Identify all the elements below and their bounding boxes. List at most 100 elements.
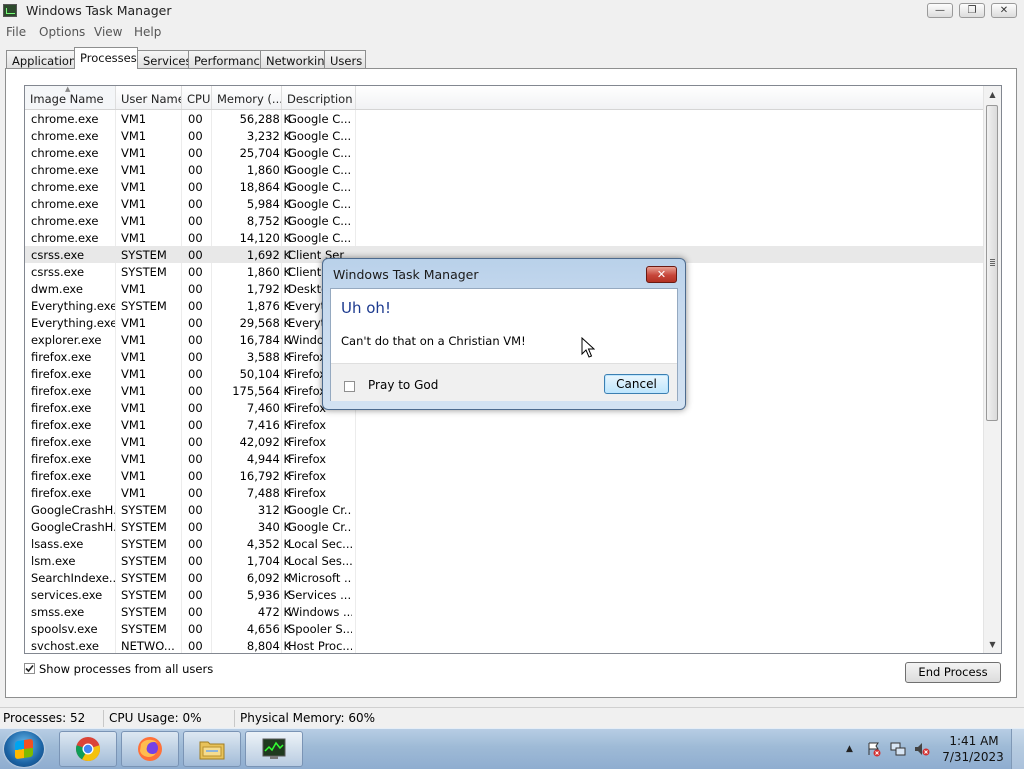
taskbar-firefox[interactable] — [121, 731, 179, 767]
table-row[interactable]: chrome.exe VM1 00 14,120 K Google C... — [25, 229, 985, 246]
table-row[interactable]: lsass.exe SYSTEM 00 4,352 K Local Sec... — [25, 535, 985, 552]
cell-memory: 42,092 K — [239, 435, 291, 449]
window-title: Windows Task Manager — [26, 3, 172, 18]
table-row[interactable]: chrome.exe VM1 00 25,704 K Google C... — [25, 144, 985, 161]
table-row[interactable]: chrome.exe VM1 00 56,288 K Google C... — [25, 110, 985, 127]
scroll-down-arrow[interactable]: ▼ — [984, 636, 1001, 653]
cell-cpu: 00 — [188, 401, 203, 415]
tab-performance[interactable]: Performance — [188, 50, 267, 68]
taskbar-chrome[interactable] — [59, 731, 117, 767]
tab-services[interactable]: Services — [137, 50, 192, 68]
sort-ascending-icon: ▲ — [65, 86, 71, 93]
cell-memory: 4,656 K — [246, 622, 291, 636]
cancel-button[interactable]: Cancel — [604, 374, 669, 394]
table-row[interactable]: chrome.exe VM1 00 1,860 K Google C... — [25, 161, 985, 178]
show-all-users-checkbox[interactable] — [24, 663, 35, 674]
error-dialog: Windows Task Manager ✕ Uh oh! Can't do t… — [322, 258, 686, 410]
column-description[interactable]: Description — [282, 86, 356, 109]
cell-user-name: VM1 — [121, 214, 147, 228]
cell-memory: 1,792 K — [246, 282, 291, 296]
explorer-folder-icon — [199, 741, 225, 760]
pray-to-god-label[interactable]: Pray to God — [368, 378, 438, 392]
table-row[interactable]: firefox.exe VM1 00 16,792 K Firefox — [25, 467, 985, 484]
maximize-button[interactable]: ❐ — [959, 3, 985, 18]
start-button[interactable] — [4, 731, 44, 767]
taskbar-task-manager[interactable] — [245, 731, 303, 767]
cell-image-name: chrome.exe — [31, 129, 99, 143]
taskbar-explorer[interactable] — [183, 731, 241, 767]
cell-user-name: SYSTEM — [121, 605, 167, 619]
menu-options[interactable]: Options — [39, 25, 85, 39]
cell-image-name: spoolsv.exe — [31, 622, 98, 636]
show-hidden-icons[interactable]: ▲ — [846, 744, 853, 754]
cell-image-name: lsm.exe — [31, 554, 76, 568]
cell-description: Google Cr... — [288, 520, 352, 534]
column-user-name[interactable]: User Name — [116, 86, 182, 109]
table-row[interactable]: chrome.exe VM1 00 8,752 K Google C... — [25, 212, 985, 229]
table-row[interactable]: chrome.exe VM1 00 18,864 K Google C... — [25, 178, 985, 195]
table-row[interactable]: firefox.exe VM1 00 42,092 K Firefox — [25, 433, 985, 450]
cell-cpu: 00 — [188, 231, 203, 245]
menu-file[interactable]: File — [6, 25, 26, 39]
tab-applications[interactable]: Applications — [6, 50, 82, 68]
cell-cpu: 00 — [188, 112, 203, 126]
cell-memory: 312 K — [257, 503, 291, 517]
cell-memory: 472 K — [257, 605, 291, 619]
table-row[interactable]: services.exe SYSTEM 00 5,936 K Services ... — [25, 586, 985, 603]
column-image-name[interactable]: ▲ Image Name — [25, 86, 116, 109]
table-row[interactable]: smss.exe SYSTEM 00 472 K Windows ... — [25, 603, 985, 620]
table-row[interactable]: spoolsv.exe SYSTEM 00 4,656 K Spooler S... — [25, 620, 985, 637]
pray-to-god-checkbox[interactable] — [344, 381, 355, 392]
cell-user-name: VM1 — [121, 129, 147, 143]
table-row[interactable]: chrome.exe VM1 00 5,984 K Google C... — [25, 195, 985, 212]
column-cpu[interactable]: CPU — [182, 86, 212, 109]
close-button[interactable]: ✕ — [991, 3, 1017, 18]
cell-cpu: 00 — [188, 316, 203, 330]
table-row[interactable]: svchost.exe NETWO... 00 8,804 K Host Proc... — [25, 637, 985, 653]
cell-memory: 16,784 K — [239, 333, 291, 347]
table-row[interactable]: lsm.exe SYSTEM 00 1,704 K Local Ses... — [25, 552, 985, 569]
scroll-up-arrow[interactable]: ▲ — [984, 86, 1001, 103]
cell-cpu: 00 — [188, 486, 203, 500]
menu-view[interactable]: View — [94, 25, 122, 39]
cell-user-name: VM1 — [121, 384, 147, 398]
table-row[interactable]: firefox.exe VM1 00 7,488 K Firefox — [25, 484, 985, 501]
table-row[interactable]: GoogleCrashH... SYSTEM 00 312 K Google Cr... — [25, 501, 985, 518]
cell-image-name: chrome.exe — [31, 214, 99, 228]
cell-image-name: smss.exe — [31, 605, 85, 619]
minimize-button[interactable]: — — [927, 3, 953, 18]
clock-time[interactable]: 1:41 AM — [944, 734, 1004, 748]
tab-users[interactable]: Users — [324, 50, 366, 68]
tab-processes[interactable]: Processes — [74, 47, 138, 69]
clock-date[interactable]: 7/31/2023 — [938, 750, 1008, 764]
column-memory[interactable]: Memory (... — [212, 86, 282, 109]
network-icon[interactable] — [890, 741, 906, 757]
cell-user-name: SYSTEM — [121, 520, 167, 534]
menu-help[interactable]: Help — [134, 25, 161, 39]
table-row[interactable]: SearchIndexe... SYSTEM 00 6,092 K Microsoft … — [25, 569, 985, 586]
table-row[interactable]: firefox.exe VM1 00 7,416 K Firefox — [25, 416, 985, 433]
table-row[interactable]: GoogleCrashH... SYSTEM 00 340 K Google Cr... — [25, 518, 985, 535]
cell-user-name: SYSTEM — [121, 588, 167, 602]
table-row[interactable]: firefox.exe VM1 00 4,944 K Firefox — [25, 450, 985, 467]
vertical-scrollbar[interactable]: ▲ ▼ — [983, 86, 1001, 653]
title-bar[interactable]: Windows Task Manager — ❐ ✕ — [0, 0, 1024, 22]
cell-image-name: chrome.exe — [31, 163, 99, 177]
action-center-icon[interactable] — [866, 741, 882, 757]
volume-muted-icon[interactable] — [914, 741, 930, 757]
cell-user-name: VM1 — [121, 350, 147, 364]
dialog-close-button[interactable]: ✕ — [646, 266, 677, 283]
tab-networking[interactable]: Networking — [260, 50, 332, 68]
cell-description: Firefox — [288, 469, 327, 483]
cell-description: Firefox — [288, 418, 327, 432]
cell-user-name: SYSTEM — [121, 554, 167, 568]
end-process-button[interactable]: End Process — [905, 662, 1001, 683]
taskbar: ▲ 1:41 AM 7/31/2023 — [0, 728, 1024, 769]
cell-user-name: VM1 — [121, 469, 147, 483]
cell-image-name: dwm.exe — [31, 282, 83, 296]
scroll-thumb[interactable] — [986, 105, 998, 421]
cell-cpu: 00 — [188, 435, 203, 449]
cell-cpu: 00 — [188, 265, 203, 279]
show-desktop-button[interactable] — [1011, 729, 1024, 769]
table-row[interactable]: chrome.exe VM1 00 3,232 K Google C... — [25, 127, 985, 144]
